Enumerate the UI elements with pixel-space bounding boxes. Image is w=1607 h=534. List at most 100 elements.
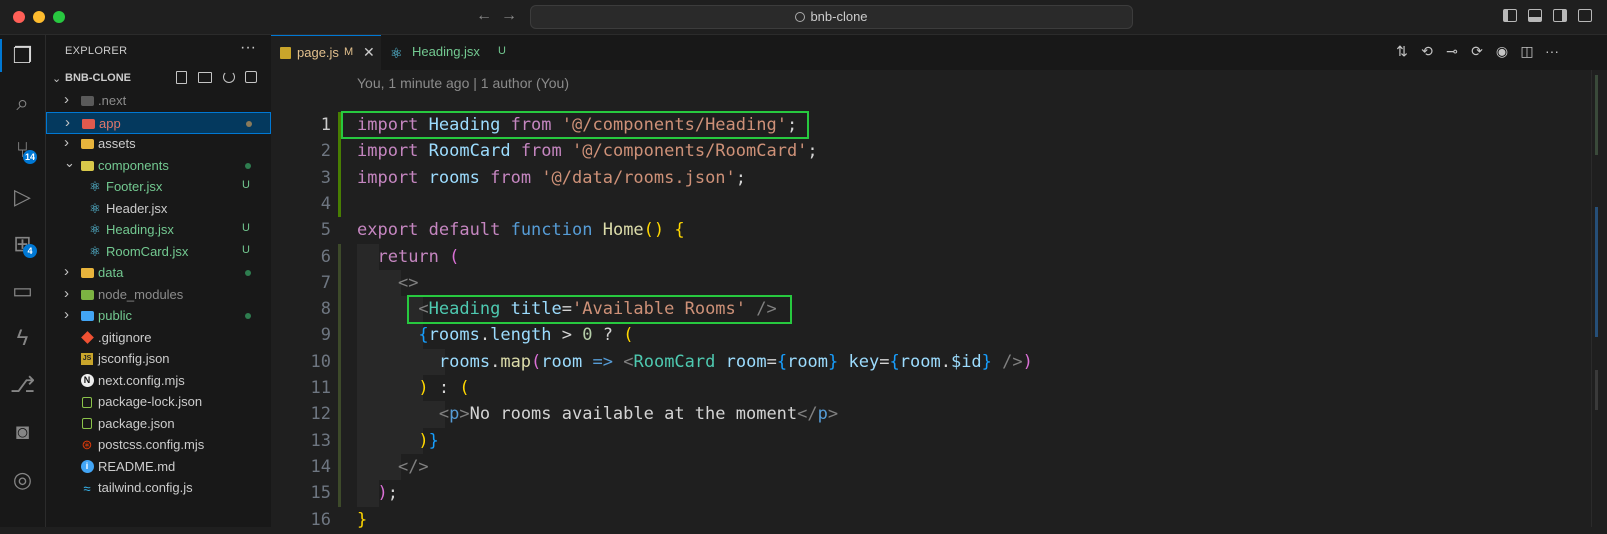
codelens-blame[interactable]: You, 1 minute ago | 1 author (You) xyxy=(357,75,569,91)
line-number: 11 xyxy=(310,378,331,398)
tree-item-label: Header.jsx xyxy=(106,200,168,216)
previous-change-icon[interactable]: ⟲ xyxy=(1419,43,1435,59)
tree-file[interactable]: package-lock.json xyxy=(46,391,271,413)
tree-folder[interactable]: › data xyxy=(46,262,271,284)
activity-git-graph-button[interactable]: ⎇ xyxy=(6,368,39,401)
code-text: return ( xyxy=(357,247,459,267)
search-icon: ⌕ xyxy=(16,89,29,115)
tree-file[interactable]: i README.md xyxy=(46,456,271,478)
split-editor-icon[interactable]: ◫ xyxy=(1519,43,1535,59)
nextjs-icon: N xyxy=(80,374,94,388)
toggle-secondary-sidebar-icon[interactable] xyxy=(1553,9,1567,22)
activity-docker-button[interactable]: ◙ xyxy=(6,415,39,448)
more-actions-icon[interactable]: ··· xyxy=(240,39,256,57)
folder-icon xyxy=(80,288,94,302)
tree-file[interactable]: ⚛ Heading.jsx U xyxy=(46,219,271,241)
editor-tab[interactable]: page.js M ✕ xyxy=(271,35,381,70)
folder-icon xyxy=(80,309,94,323)
tree-file[interactable]: Nnext.config.mjs xyxy=(46,370,271,392)
code-token: { xyxy=(889,351,900,372)
activity-files-button[interactable]: ❐ xyxy=(6,39,39,72)
editor-tab[interactable]: ⚛ Heading.jsx U xyxy=(381,35,509,70)
tree-folder[interactable]: › app xyxy=(46,111,271,134)
forward-arrow-icon[interactable]: → xyxy=(501,7,517,25)
tree-folder[interactable]: › .next xyxy=(46,90,271,112)
chevron-right-icon: › xyxy=(64,306,69,323)
toggle-primary-sidebar-icon[interactable] xyxy=(1503,9,1517,22)
activity-remote-explorer-button[interactable]: ▭ xyxy=(6,274,39,307)
git-status-dot xyxy=(245,270,251,276)
tree-file[interactable]: ⚛ Footer.jsx U xyxy=(46,176,271,198)
code-editor[interactable]: You, 1 minute ago | 1 author (You) 1 impo… xyxy=(271,70,1607,530)
open-changes-icon[interactable]: ⇅ xyxy=(1394,43,1410,59)
activity-run-debug-button[interactable]: ▷ xyxy=(6,180,39,213)
chevron-right-icon: › xyxy=(64,284,69,302)
tree-folder[interactable]: › node_modules xyxy=(46,284,271,306)
code-token: p xyxy=(449,404,460,425)
remote-explorer-icon: ▭ xyxy=(12,277,33,303)
react-icon: ⚛ xyxy=(390,45,403,61)
git-status-badge: U xyxy=(242,179,250,191)
new-file-icon[interactable] xyxy=(176,71,187,84)
minimize-window-button[interactable] xyxy=(33,11,45,23)
commit-icon[interactable]: ⊸ xyxy=(1444,43,1460,59)
tree-file[interactable]: ≈ tailwind.config.js xyxy=(46,477,271,499)
tree-file[interactable]: JS jsconfig.json xyxy=(46,348,271,370)
code-line: 6 return ( xyxy=(271,244,1571,271)
code-token: { xyxy=(776,351,788,372)
new-folder-icon[interactable] xyxy=(198,72,212,83)
code-token: </ xyxy=(797,404,818,425)
code-token: { xyxy=(418,325,429,346)
tree-folder[interactable]: ⌄ components xyxy=(46,155,271,177)
more-editor-actions-icon[interactable]: ··· xyxy=(1544,43,1560,59)
explorer-sidebar: EXPLORER ··· ⌄ BNB-CLONE › .next › app › asse… xyxy=(46,35,271,527)
close-window-button[interactable] xyxy=(13,11,25,23)
code-token: . xyxy=(490,351,501,372)
line-number: 9 xyxy=(320,325,331,346)
code-token: RoomCard xyxy=(428,141,511,162)
line-number: 5 xyxy=(320,220,331,241)
activity-lightning-button[interactable]: ϟ xyxy=(6,321,39,354)
code-token: ) xyxy=(1022,351,1033,372)
customize-layout-icon[interactable] xyxy=(1578,9,1592,22)
tree-item-label: RoomCard.jsx xyxy=(106,243,189,259)
editor-scrollbar[interactable] xyxy=(1591,70,1607,527)
refresh-icon[interactable] xyxy=(223,71,235,83)
gitlens-inspect-icon[interactable]: ◉ xyxy=(1494,43,1510,59)
tree-file[interactable]: .gitignore xyxy=(46,327,271,349)
back-arrow-icon[interactable]: ← xyxy=(476,7,492,25)
git-gutter-modified[interactable] xyxy=(338,243,341,507)
activity-extensions-button[interactable]: ⊞ 4 xyxy=(6,227,39,260)
tree-folder[interactable]: › assets xyxy=(46,133,271,155)
tree-file[interactable]: ⚛ Header.jsx xyxy=(46,198,271,220)
command-center-search[interactable]: bnb-clone xyxy=(530,5,1133,29)
collapse-all-icon[interactable] xyxy=(245,71,257,83)
tree-item-label: package-lock.json xyxy=(98,394,203,409)
activity-badge: 14 xyxy=(23,150,37,164)
toggle-panel-icon[interactable] xyxy=(1528,9,1542,22)
line-number: 14 xyxy=(310,456,331,477)
active-indicator xyxy=(0,39,2,72)
activity-search-button[interactable]: ⌕ xyxy=(6,86,39,119)
git-status-badge: U xyxy=(242,222,250,234)
zoom-window-button[interactable] xyxy=(53,11,65,23)
project-header[interactable]: ⌄ BNB-CLONE xyxy=(46,68,271,90)
next-change-icon[interactable]: ⟳ xyxy=(1469,43,1485,59)
code-token: > xyxy=(551,325,583,346)
run-debug-icon: ▷ xyxy=(14,183,31,209)
code-token: room xyxy=(899,351,941,372)
activity-gitlens-button[interactable]: ◎ xyxy=(6,463,39,496)
tree-file[interactable]: package.json xyxy=(46,413,271,435)
tree-item-label: Footer.jsx xyxy=(106,179,163,194)
overview-ruler-mark xyxy=(1595,75,1598,155)
code-token: ) xyxy=(418,430,429,451)
code-token: > xyxy=(459,404,470,425)
close-icon[interactable]: ✕ xyxy=(363,44,375,61)
activity-source-control-button[interactable]: ⑂ 14 xyxy=(6,133,39,166)
tree-folder[interactable]: › public xyxy=(46,305,271,327)
tree-file[interactable]: ⚛ RoomCard.jsx U xyxy=(46,241,271,263)
tree-file[interactable]: ⊛ postcss.config.mjs xyxy=(46,434,271,456)
